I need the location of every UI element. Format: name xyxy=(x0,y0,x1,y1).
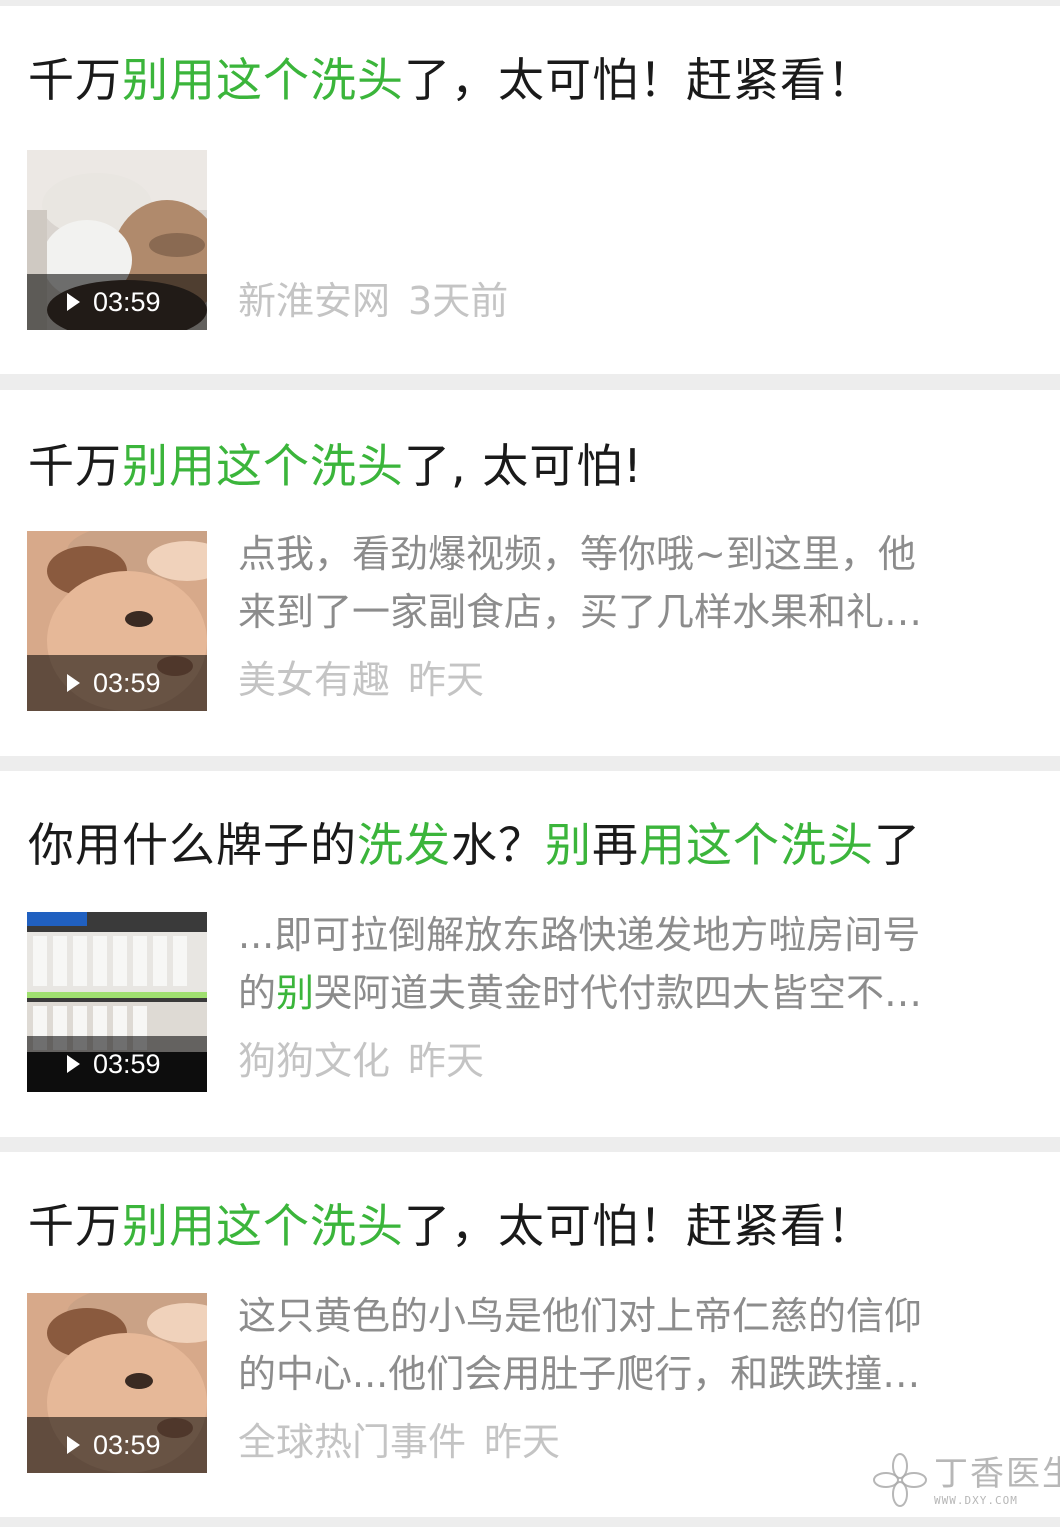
result-meta: 美女有趣 昨天 xyxy=(238,655,484,705)
source-name: 美女有趣 xyxy=(238,658,391,702)
video-thumbnail[interactable]: 03:59 xyxy=(27,912,207,1092)
video-duration: 03:59 xyxy=(27,1417,207,1473)
result-title[interactable]: 千万别用这个洗头了，太可怕！赶紧看！ xyxy=(28,48,874,112)
result-meta: 全球热门事件 昨天 xyxy=(238,1417,560,1467)
result-snippet: ...即可拉倒解放东路快递发地方啦房间号 的别哭阿道夫黄金时代付款四大皆空不… xyxy=(238,913,923,1015)
source-name: 新淮安网 xyxy=(238,279,391,323)
result-card[interactable]: 你用什么牌子的洗发水？别再用这个洗头了 03:59 ...即可拉倒解放东路快递发… xyxy=(0,771,1060,1137)
video-duration: 03:59 xyxy=(27,274,207,330)
watermark-url: WWW.DXY.COM xyxy=(934,1494,1018,1507)
flower-logo-icon xyxy=(873,1453,927,1507)
result-snippet: 点我，看劲爆视频，等你哦~到这里，他 来到了一家副食店，买了几样水果和礼… xyxy=(238,532,923,634)
source-name: 全球热门事件 xyxy=(238,1420,467,1464)
result-meta: 新淮安网 3天前 xyxy=(238,276,508,326)
post-time: 昨天 xyxy=(408,658,485,702)
watermark-brand: 丁香医生 xyxy=(934,1454,1060,1494)
result-card[interactable]: 千万别用这个洗头了, 太可怕! 03:59 点我，看劲爆视频，等你哦~到这里，他… xyxy=(0,390,1060,756)
play-icon xyxy=(67,674,80,692)
result-snippet: 这只黄色的小鸟是他们对上帝仁慈的信仰 的中心...他们会用肚子爬行，和跌跌撞… xyxy=(238,1294,923,1396)
result-meta: 狗狗文化 昨天 xyxy=(238,1036,484,1086)
video-duration: 03:59 xyxy=(27,1036,207,1092)
play-icon xyxy=(67,293,80,311)
result-title[interactable]: 你用什么牌子的洗发水？别再用这个洗头了 xyxy=(28,813,921,877)
play-icon xyxy=(67,1055,80,1073)
post-time: 3天前 xyxy=(408,279,509,323)
video-duration: 03:59 xyxy=(27,655,207,711)
result-card[interactable]: 千万别用这个洗头了，太可怕！赶紧看！ 03:59 新淮安网 3天前 xyxy=(0,6,1060,374)
result-title[interactable]: 千万别用这个洗头了，太可怕！赶紧看！ xyxy=(28,1194,874,1258)
video-thumbnail[interactable]: 03:59 xyxy=(27,150,207,330)
result-title[interactable]: 千万别用这个洗头了, 太可怕! xyxy=(28,434,643,498)
video-thumbnail[interactable]: 03:59 xyxy=(27,1293,207,1473)
post-time: 昨天 xyxy=(408,1039,485,1083)
video-thumbnail[interactable]: 03:59 xyxy=(27,531,207,711)
source-name: 狗狗文化 xyxy=(238,1039,391,1083)
post-time: 昨天 xyxy=(484,1420,561,1464)
play-icon xyxy=(67,1436,80,1454)
